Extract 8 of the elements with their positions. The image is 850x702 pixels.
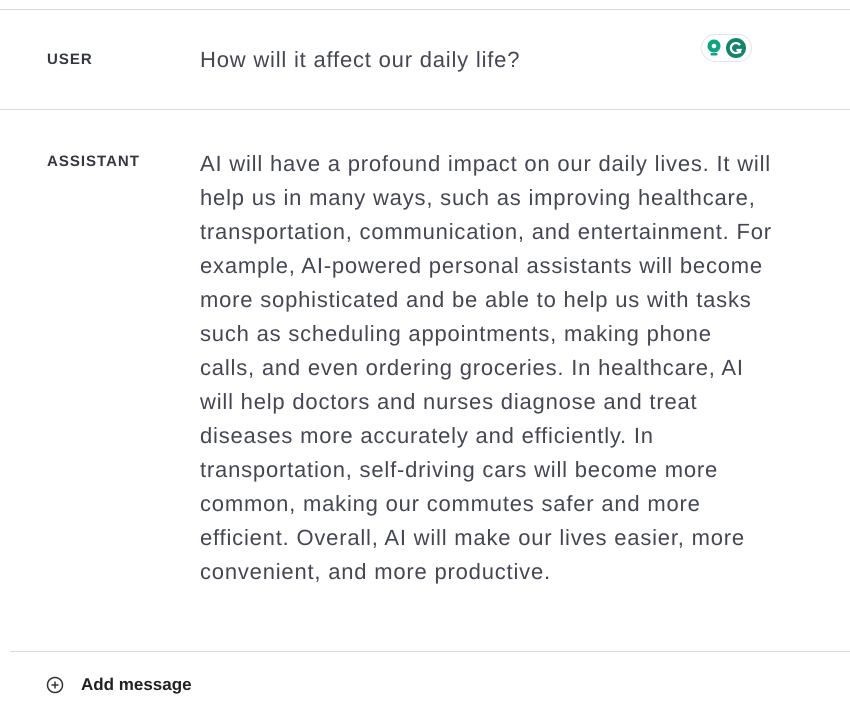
grammar-logo-icon[interactable] bbox=[726, 38, 746, 58]
message-role: USER bbox=[47, 50, 94, 70]
add-icon[interactable] bbox=[46, 676, 64, 694]
add-message-button[interactable]: Add message bbox=[81, 675, 192, 695]
lightbulb-icon[interactable] bbox=[707, 39, 721, 57]
message-role: ASSISTANT bbox=[47, 152, 141, 172]
message-text: AI will have a profound impact on our daily lives. It will help us in many ways, such as improving healthcare, transportation, communication, and entertainment. For example, AI-powered personal assistants will become more sophisticated and be able to help us with tasks such as scheduling appointments, making phone calls, and even ordering groceries. In healthcare, AI will help doctors and nurses diagnose and treat diseases more accurately and efficiently. In transportation, self-driving cars will become more common, making our commutes safer and more efficient. Overall, AI will make our lives easier, more convenient, and more productive. bbox=[200, 150, 772, 586]
message-text: How will it affect our daily life? bbox=[200, 46, 522, 74]
